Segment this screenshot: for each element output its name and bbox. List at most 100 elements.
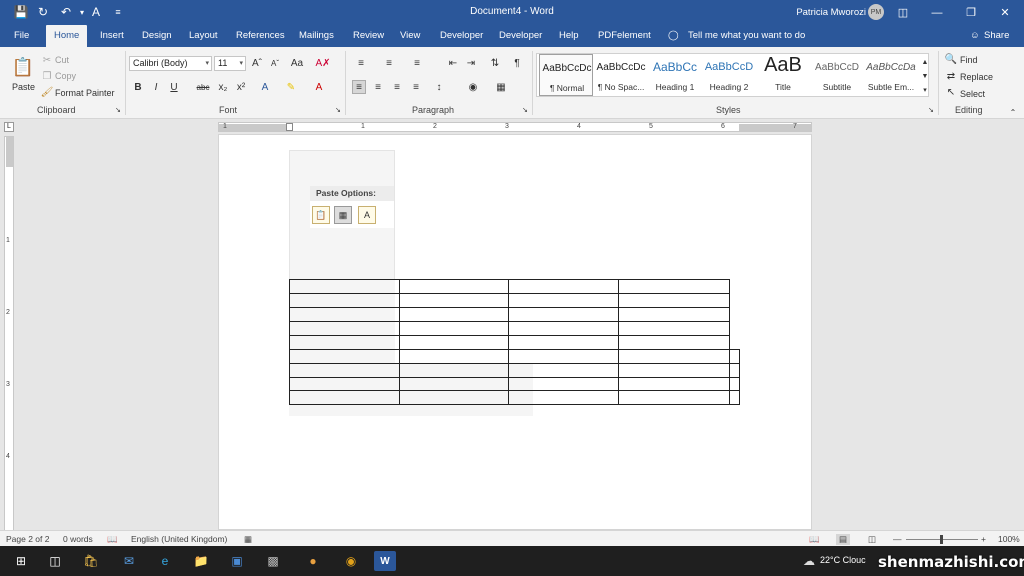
collapse-ribbon-icon[interactable]: ⌃ — [1006, 105, 1020, 119]
edge-icon[interactable]: e — [154, 551, 176, 571]
horizontal-ruler[interactable]: 1 1 2 3 4 5 6 7 — [218, 122, 812, 132]
find-icon[interactable]: 🔍 — [944, 52, 958, 66]
word-count[interactable]: 0 words — [63, 534, 93, 544]
styles-launcher-icon[interactable]: ↘ — [928, 106, 934, 114]
style-title[interactable]: AaB Title — [756, 54, 810, 96]
format-painter-icon[interactable]: 🖌 — [40, 85, 54, 99]
select-button[interactable]: Select — [960, 89, 985, 99]
cut-button[interactable]: Cut — [55, 55, 69, 65]
shading-icon[interactable]: ◉ — [466, 80, 480, 94]
text-effects-icon[interactable]: A — [258, 80, 272, 94]
keep-source-formatting-icon[interactable]: 📋 — [312, 206, 330, 224]
mail-icon[interactable]: ✉ — [118, 551, 140, 571]
task-view-icon[interactable]: ◫ — [44, 551, 66, 571]
avatar[interactable]: PM — [868, 4, 884, 20]
proofing-icon[interactable]: 📖 — [107, 534, 118, 545]
styles-scroll-up-icon[interactable]: ▲ — [918, 55, 932, 69]
style-subtitle[interactable]: AaBbCcD Subtitle — [810, 54, 864, 96]
page-count[interactable]: Page 2 of 2 — [6, 534, 49, 544]
font-color-icon[interactable]: A — [312, 80, 326, 94]
vertical-ruler[interactable]: 1 2 3 4 — [4, 136, 14, 534]
align-right-icon[interactable]: ≡ — [390, 80, 404, 94]
tab-insert[interactable]: Insert — [100, 25, 124, 47]
windows-start-icon[interactable]: ⊞ — [10, 551, 32, 571]
tab-design[interactable]: Design — [142, 25, 172, 47]
print-layout-icon[interactable]: ▤ — [836, 534, 851, 545]
tab-layout[interactable]: Layout — [189, 25, 218, 47]
share-button[interactable]: Share — [984, 25, 1009, 47]
styles-scroll-down-icon[interactable]: ▼ — [918, 69, 932, 83]
merge-table-icon[interactable]: ▦ — [334, 206, 352, 224]
zoom-slider-thumb[interactable] — [940, 535, 943, 544]
weather-text[interactable]: 22°C Clouc — [820, 555, 866, 565]
keep-text-only-icon[interactable]: A — [358, 206, 376, 224]
justify-icon[interactable]: ≡ — [409, 80, 423, 94]
tab-view[interactable]: View — [400, 25, 420, 47]
restore-icon[interactable]: ❐ — [954, 0, 988, 25]
strikethrough-icon[interactable]: abc — [196, 80, 210, 94]
indent-marker-icon[interactable] — [286, 123, 293, 131]
change-case-icon[interactable]: Aa — [290, 56, 304, 70]
chrome-icon[interactable]: ◉ — [340, 551, 362, 571]
tab-selector-icon[interactable]: L — [4, 122, 14, 132]
style-subtle-emphasis[interactable]: AaBbCcDa Subtle Em... — [864, 54, 918, 96]
word-taskbar-icon[interactable]: W — [374, 551, 396, 571]
show-marks-icon[interactable]: ¶ — [510, 56, 524, 70]
zoom-in-icon[interactable]: + — [981, 534, 986, 544]
replace-button[interactable]: Replace — [960, 72, 993, 82]
tab-home[interactable]: Home — [46, 25, 88, 47]
share-icon[interactable]: ☺ — [970, 25, 980, 47]
language-status[interactable]: English (United Kingdom) — [131, 534, 227, 544]
tab-references[interactable]: References — [236, 25, 285, 47]
tab-developer-2[interactable]: Developer — [499, 25, 542, 47]
sort-icon[interactable]: ⇅ — [488, 56, 502, 70]
replace-icon[interactable]: ⇄ — [944, 69, 958, 83]
read-mode-icon[interactable]: 📖 — [809, 534, 820, 545]
tab-developer[interactable]: Developer — [440, 25, 483, 47]
align-center-icon[interactable]: ≡ — [371, 80, 385, 94]
tab-review[interactable]: Review — [353, 25, 384, 47]
select-icon[interactable]: ↖ — [944, 85, 958, 99]
app-icon[interactable]: ▣ — [226, 551, 248, 571]
font-launcher-icon[interactable]: ↘ — [335, 106, 341, 114]
borders-icon[interactable]: ▦ — [494, 80, 508, 94]
tab-mailings[interactable]: Mailings — [299, 25, 334, 47]
grow-font-icon[interactable]: Aˆ — [250, 56, 264, 70]
clear-formatting-icon[interactable]: A✗ — [315, 56, 330, 70]
cut-icon[interactable]: ✂ — [40, 53, 54, 67]
zoom-out-icon[interactable]: — — [893, 534, 902, 544]
decrease-indent-icon[interactable]: ⇤ — [446, 56, 460, 70]
tab-help[interactable]: Help — [559, 25, 579, 47]
zoom-level[interactable]: 100% — [998, 534, 1020, 544]
subscript-icon[interactable]: x₂ — [216, 80, 230, 94]
file-explorer-icon[interactable]: 📁 — [190, 551, 212, 571]
tab-pdfelement[interactable]: PDFelement — [598, 25, 651, 47]
paragraph-launcher-icon[interactable]: ↘ — [522, 106, 528, 114]
style-no-spacing[interactable]: AaBbCcDc ¶ No Spac... — [594, 54, 648, 96]
web-layout-icon[interactable]: ◫ — [868, 534, 876, 545]
font-size-select[interactable]: 11 ▾ — [214, 56, 246, 71]
shrink-font-icon[interactable]: Aˇ — [268, 56, 282, 70]
style-heading-1[interactable]: AaBbCc Heading 1 — [648, 54, 702, 96]
tab-file[interactable]: File — [14, 25, 29, 47]
increase-indent-icon[interactable]: ⇥ — [464, 56, 478, 70]
underline-icon[interactable]: U — [167, 80, 181, 94]
store-icon[interactable]: 🛍 — [80, 551, 102, 571]
format-painter-button[interactable]: Format Painter — [55, 88, 115, 98]
highlight-icon[interactable]: ✎ — [284, 80, 298, 94]
font-family-select[interactable]: Calibri (Body) ▾ — [129, 56, 212, 71]
numbering-icon[interactable]: ≡ — [382, 56, 396, 70]
align-left-icon[interactable]: ≡ — [352, 80, 366, 94]
multilevel-list-icon[interactable]: ≡ — [410, 56, 424, 70]
italic-icon[interactable]: I — [149, 80, 163, 94]
app-icon[interactable]: ▩ — [262, 551, 284, 571]
bold-icon[interactable]: B — [131, 80, 145, 94]
style-normal[interactable]: AaBbCcDc ¶ Normal — [539, 54, 593, 96]
accessibility-icon[interactable]: ▦ — [244, 534, 252, 545]
superscript-icon[interactable]: x² — [234, 80, 248, 94]
paste-icon[interactable]: 📋 — [12, 55, 34, 79]
app-badge-icon[interactable]: ● — [302, 551, 324, 571]
copy-icon[interactable]: ❐ — [40, 69, 54, 83]
line-spacing-icon[interactable]: ↕ — [432, 80, 446, 94]
styles-more-icon[interactable]: ▾ — [918, 83, 932, 97]
